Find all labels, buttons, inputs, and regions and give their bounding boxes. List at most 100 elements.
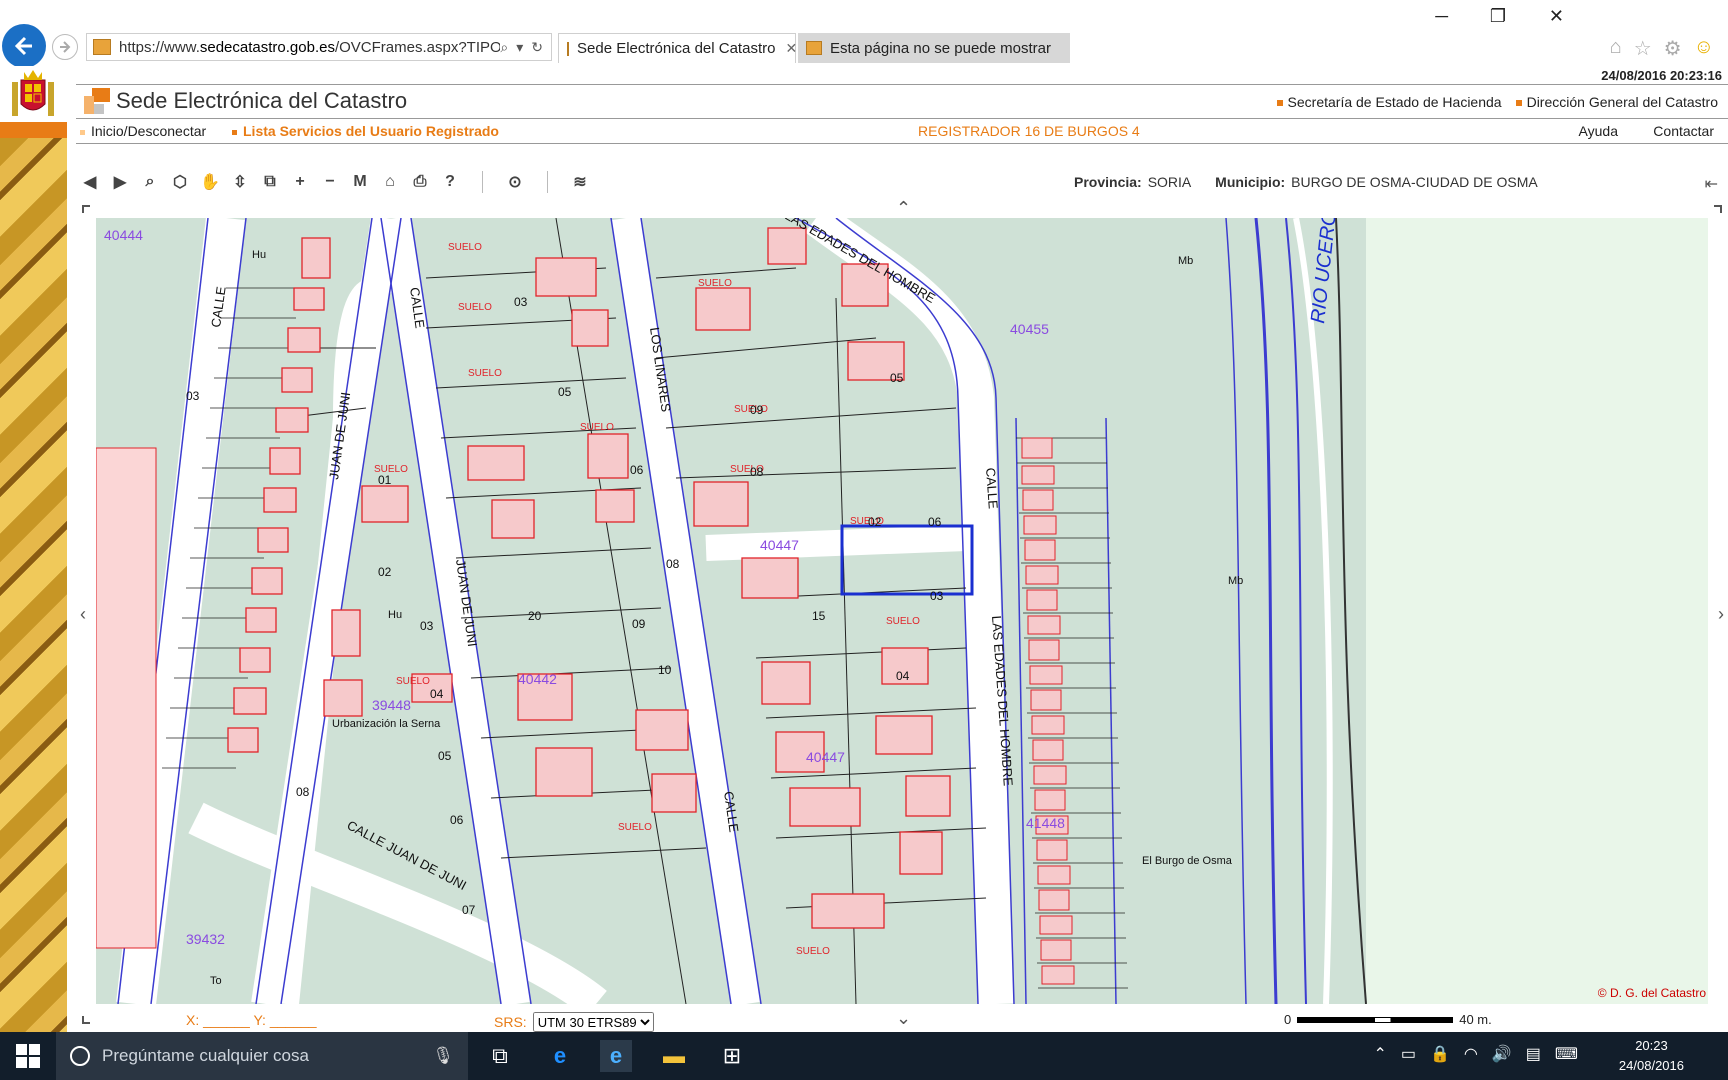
clock-date: 24/08/2016	[1618, 1058, 1684, 1073]
map-corner	[82, 205, 90, 213]
settings-gear-icon[interactable]: ⚙	[1664, 36, 1682, 61]
top-links: Secretaría de Estado de Hacienda Direcci…	[1277, 94, 1718, 110]
svg-text:02: 02	[868, 515, 882, 529]
back-arrow-icon	[14, 36, 32, 56]
favicon-icon	[93, 39, 111, 55]
clock-time: 20:23	[1635, 1038, 1668, 1053]
pan-hand-icon[interactable]: ✋	[198, 170, 222, 194]
land-use-label: Hu	[252, 249, 266, 261]
registered-user: REGISTRADOR 16 DE BURGOS 4	[918, 123, 1140, 139]
province-label: Provincia:	[1074, 174, 1142, 190]
land-use-label: Mb	[1178, 255, 1193, 267]
parcel-id: 40455	[1010, 321, 1049, 337]
wifi-icon[interactable]: ◠	[1464, 1044, 1478, 1064]
nav-services[interactable]: Lista Servicios del Usuario Registrado	[232, 123, 499, 139]
pan-down-icon[interactable]: ⌄	[896, 1008, 911, 1029]
zoom-out-icon[interactable]: −	[318, 170, 342, 194]
dropdown-icon[interactable]: ▾	[516, 39, 523, 56]
svg-text:20: 20	[528, 609, 542, 623]
scale-max: 40 m.	[1459, 1012, 1492, 1027]
exit-icon[interactable]: ⇤	[1705, 174, 1718, 194]
refresh-icon[interactable]: ↻	[531, 39, 543, 56]
3d-view-icon[interactable]: ⬡	[168, 170, 192, 194]
site-title[interactable]: Sede Electrónica del Catastro	[84, 88, 407, 114]
lock-icon[interactable]: 🔒	[1430, 1044, 1450, 1064]
close-tab-icon[interactable]: ✕	[785, 40, 797, 57]
window-close-icon[interactable]: ✕	[1549, 6, 1564, 27]
map-canvas[interactable]: CALLE JUAN DE JUNI CALLE JUAN DE JUNI LO…	[96, 218, 1708, 1004]
notifications-icon[interactable]: ▤	[1526, 1044, 1541, 1064]
zoom-window-icon[interactable]: ⧉	[258, 170, 282, 194]
server-datetime: 24/08/2016 20:23:16	[1601, 68, 1722, 83]
home-map-icon[interactable]: ⌂	[378, 170, 402, 194]
address-bar[interactable]: https://www.sedecatastro.gob.es/OVCFrame…	[86, 33, 552, 61]
srs-select[interactable]: UTM 30 ETRS89	[532, 1012, 654, 1032]
pan-right-icon[interactable]: ›	[1718, 604, 1724, 625]
windows-start-icon[interactable]	[16, 1044, 40, 1068]
zoom-in-icon[interactable]: +	[288, 170, 312, 194]
province-value: SORIA	[1147, 174, 1192, 190]
cortana-search[interactable]: Pregúntame cualquier cosa 🎙	[56, 1032, 468, 1080]
suelo-label: SUELO	[448, 242, 482, 253]
link-direccion-general[interactable]: Dirección General del Catastro	[1516, 94, 1718, 110]
internet-explorer-icon[interactable]: e	[600, 1040, 632, 1072]
minimize-icon[interactable]: ─	[1435, 6, 1448, 27]
land-use-label: Hu	[388, 609, 402, 621]
copyright: © D. G. del Catastro	[1597, 986, 1706, 1000]
help-icon[interactable]: ?	[438, 170, 462, 194]
file-explorer-icon[interactable]: ▬	[658, 1040, 690, 1072]
land-use-label: To	[210, 975, 222, 987]
cadastral-map[interactable]: CALLE JUAN DE JUNI CALLE JUAN DE JUNI LO…	[96, 218, 1708, 1004]
forward-button[interactable]	[52, 34, 78, 60]
svg-text:08: 08	[750, 465, 764, 479]
url-text[interactable]: https://www.sedecatastro.gob.es/OVCFrame…	[119, 39, 500, 56]
previous-view-icon[interactable]: ◀	[78, 170, 102, 194]
suelo-label: SUELO	[580, 422, 614, 433]
zoom-extent-icon[interactable]: ⇳	[228, 170, 252, 194]
svg-text:03: 03	[420, 619, 434, 633]
nav-help[interactable]: Ayuda	[1579, 123, 1618, 139]
pan-left-icon[interactable]: ‹	[80, 604, 86, 625]
favorites-star-icon[interactable]: ☆	[1634, 36, 1652, 61]
chevron-up-icon[interactable]: ⌃	[1373, 1044, 1386, 1064]
parcel-id: 40442	[518, 671, 557, 687]
measure-icon[interactable]: M	[348, 170, 372, 194]
municipality-label: Municipio:	[1215, 174, 1286, 190]
tab-error[interactable]: Esta página no se puede mostrar	[798, 33, 1070, 63]
location-pin-icon[interactable]: ⊙	[503, 170, 527, 194]
nav-login[interactable]: Inicio/Desconectar	[80, 123, 206, 139]
volume-icon[interactable]: 🔊	[1492, 1044, 1512, 1064]
map-corner	[82, 1016, 90, 1024]
suelo-label: SUELO	[396, 676, 430, 687]
spain-coat-of-arms-icon	[12, 70, 54, 116]
restore-icon[interactable]: ❐	[1490, 6, 1506, 27]
edge-browser-icon[interactable]: e	[544, 1040, 576, 1072]
print-icon[interactable]: ⎙	[408, 170, 432, 194]
back-button[interactable]	[2, 24, 46, 68]
suelo-label: SUELO	[698, 278, 732, 289]
svg-text:03: 03	[930, 589, 944, 603]
home-icon[interactable]: ⌂	[1610, 36, 1622, 61]
x-label: X:	[186, 1012, 200, 1028]
microphone-icon[interactable]: 🎙	[432, 1046, 454, 1066]
tab-catastro[interactable]: Sede Electrónica del Catastro ✕	[558, 33, 797, 63]
store-icon[interactable]: ⊞	[716, 1040, 748, 1072]
taskbar-clock[interactable]: 20:23 24/08/2016	[1619, 1036, 1684, 1076]
parcel-id: 40444	[104, 227, 143, 243]
favicon-icon	[806, 41, 822, 55]
svg-text:06: 06	[928, 515, 942, 529]
search-icon[interactable]: ⌕	[500, 39, 508, 56]
street-label: CALLE	[983, 467, 1001, 509]
pan-up-icon[interactable]: ⌃	[896, 198, 911, 219]
link-secretaria[interactable]: Secretaría de Estado de Hacienda	[1277, 94, 1502, 110]
svg-text:03: 03	[514, 295, 528, 309]
zoom-lens-icon[interactable]: ⌕	[138, 170, 162, 194]
task-view-icon[interactable]: ⧉	[484, 1040, 516, 1072]
battery-icon[interactable]: ▭	[1401, 1044, 1416, 1064]
keyboard-icon[interactable]: ⌨	[1555, 1044, 1578, 1064]
nav-contact[interactable]: Contactar	[1653, 123, 1714, 139]
suelo-label: SUELO	[796, 946, 830, 957]
layers-icon[interactable]: ≋	[568, 170, 592, 194]
smiley-feedback-icon[interactable]: ☺	[1694, 36, 1714, 61]
next-view-icon[interactable]: ▶	[108, 170, 132, 194]
